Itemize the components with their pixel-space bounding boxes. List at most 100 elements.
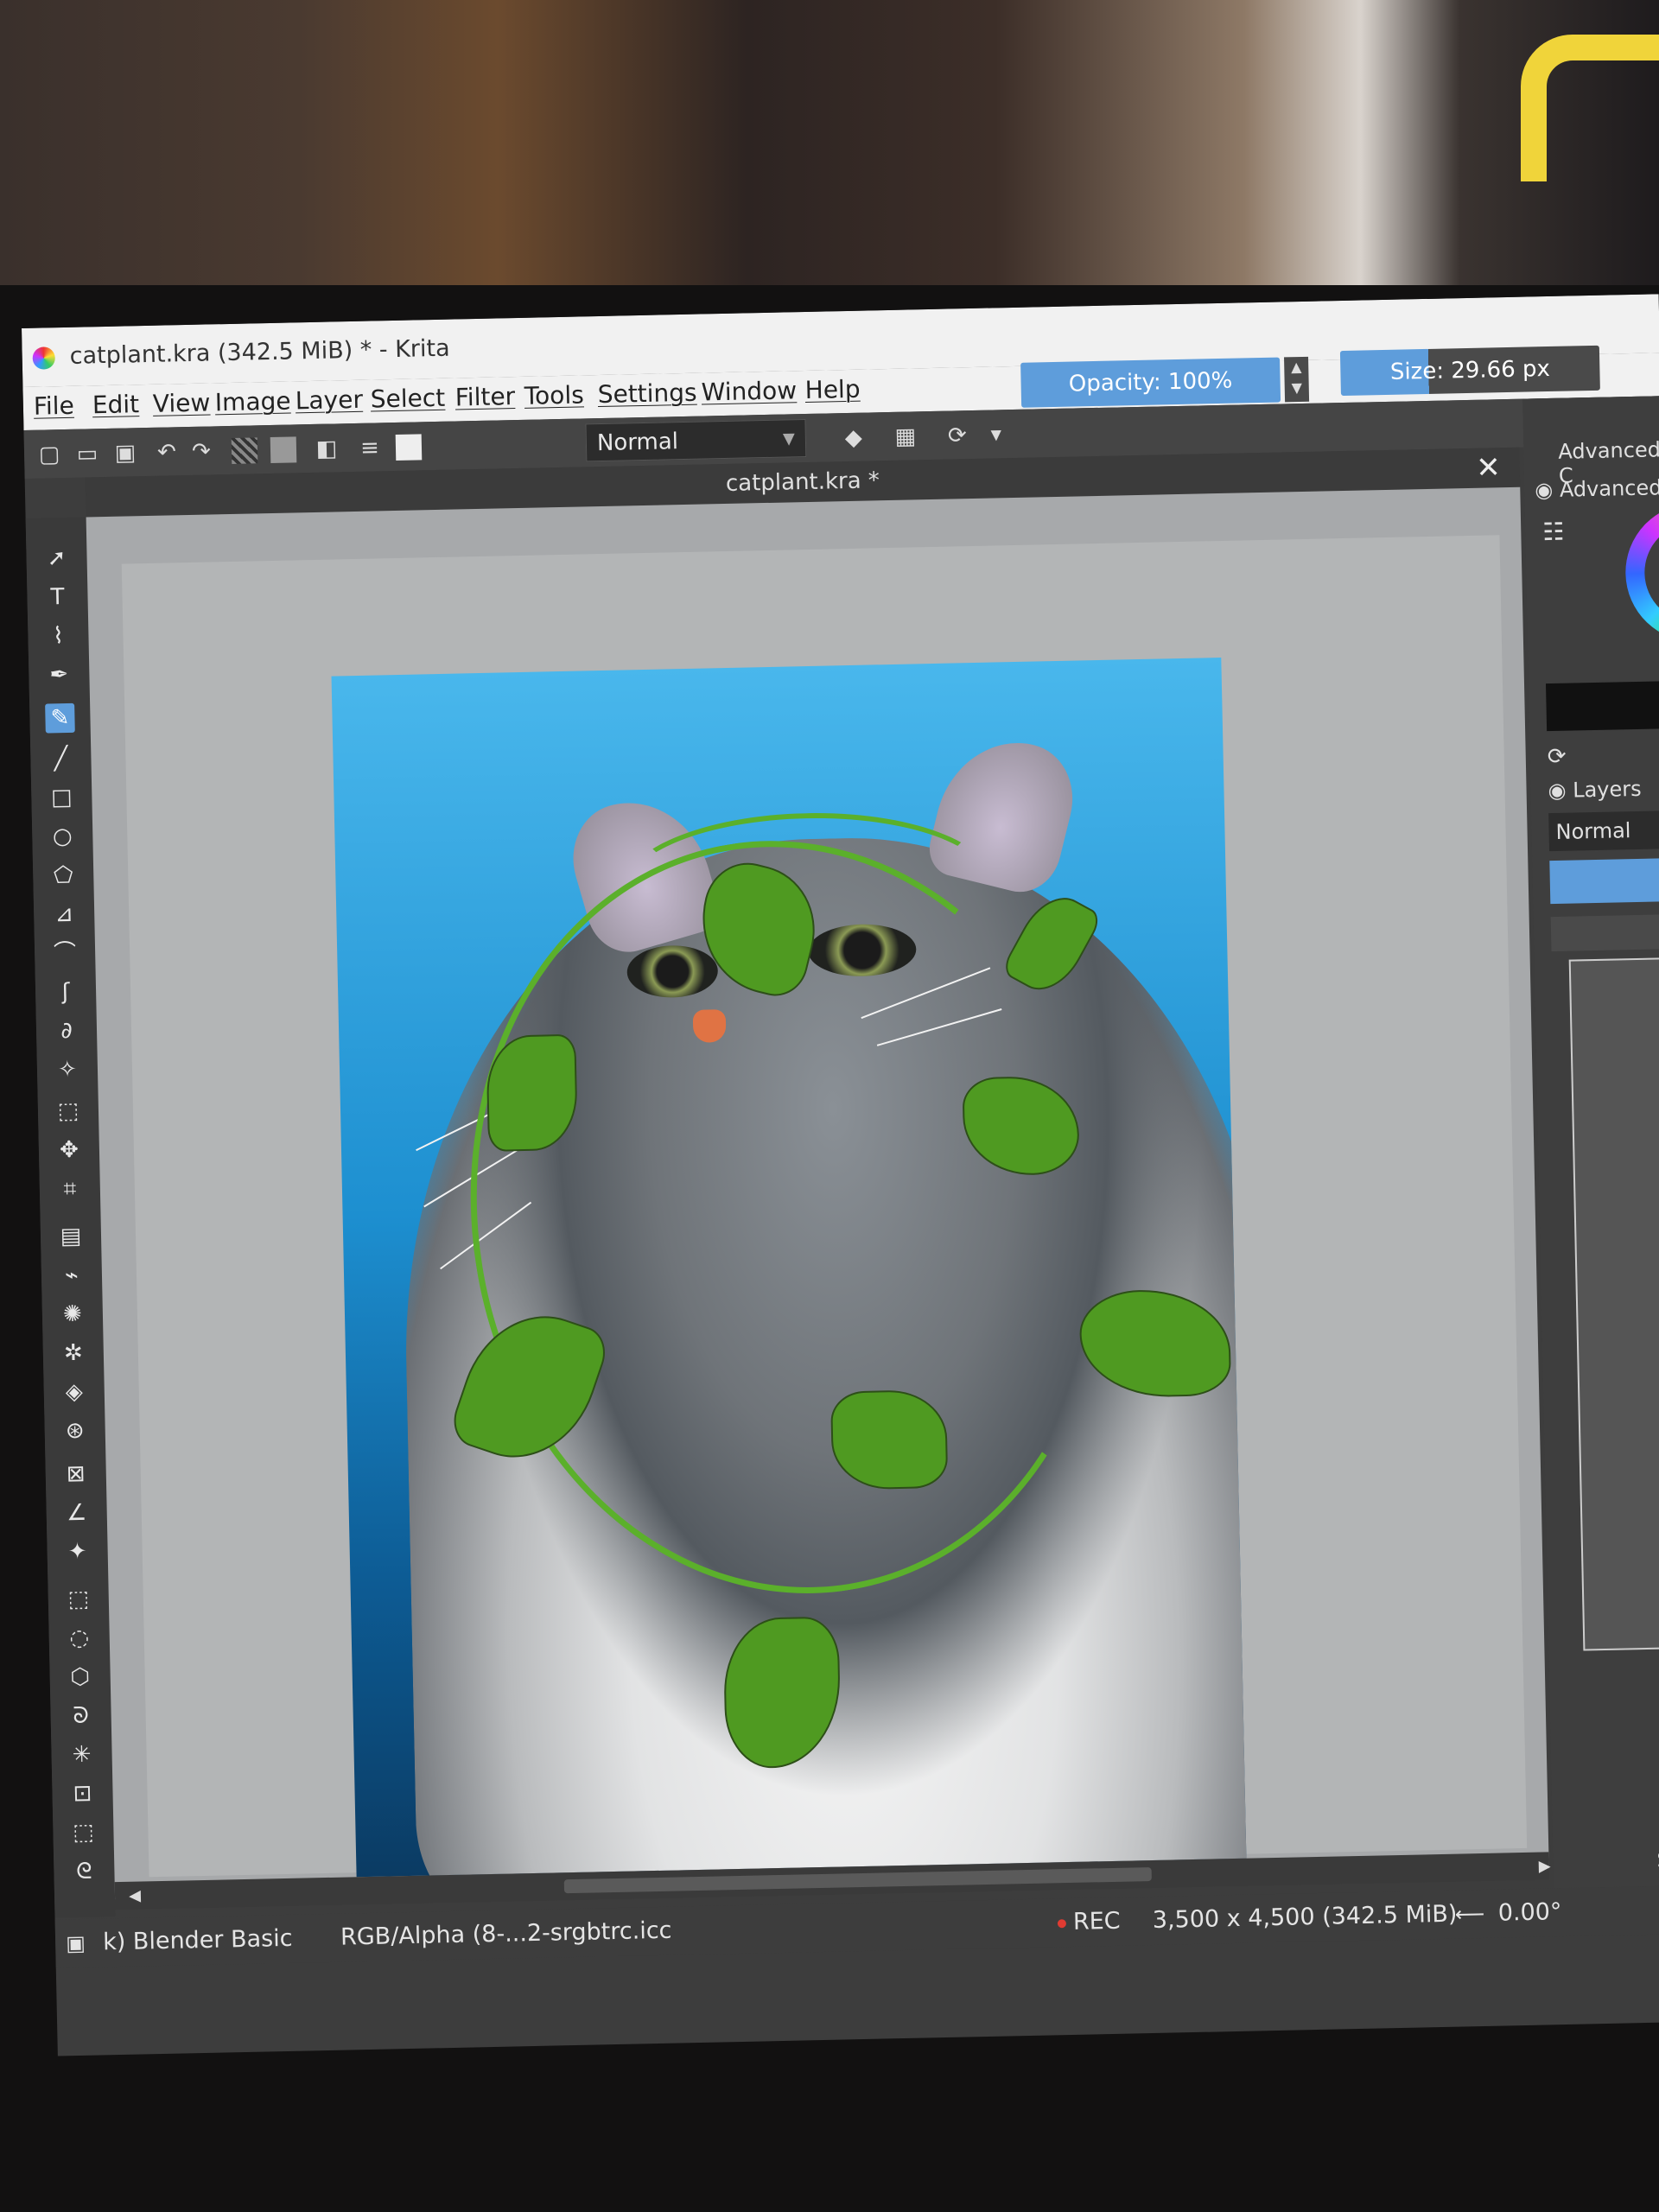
- scrollbar-thumb[interactable]: [563, 1867, 1152, 1894]
- menu-view[interactable]: View: [153, 388, 211, 417]
- brush-preset-icon[interactable]: ▣: [66, 1919, 86, 1967]
- canvas-workspace[interactable]: [121, 535, 1528, 1878]
- enclose-fill-icon[interactable]: ⊛: [60, 1416, 90, 1446]
- color-profile: RGB/Alpha (8-...2-srgbtrc.icc: [340, 1916, 672, 1951]
- menu-edit[interactable]: Edit: [92, 390, 140, 419]
- reload-preset-icon[interactable]: ⟳: [944, 423, 971, 449]
- brush-preset-icon[interactable]: [395, 434, 423, 461]
- menu-file[interactable]: File: [34, 391, 75, 421]
- chevron-left-icon[interactable]: ◀: [122, 1883, 149, 1910]
- menu-image[interactable]: Image: [215, 386, 291, 416]
- chevron-down-icon: ▼: [782, 429, 796, 448]
- dynamic-brush-icon[interactable]: ∂: [52, 1016, 82, 1046]
- lock-icon[interactable]: ◉: [1535, 478, 1554, 502]
- alpha-lock-icon[interactable]: ▦: [893, 423, 919, 450]
- gradient-tool-icon[interactable]: ▤: [56, 1222, 86, 1252]
- menu-layer[interactable]: Layer: [295, 385, 363, 416]
- rec-label: REC: [1072, 1907, 1121, 1936]
- cat-painting[interactable]: [331, 658, 1247, 1878]
- canvas-area[interactable]: [86, 486, 1549, 1900]
- reference-tool-icon[interactable]: ✦: [62, 1537, 92, 1567]
- colorize-mask-icon[interactable]: ✲: [58, 1338, 88, 1369]
- text-tool-icon[interactable]: T: [42, 582, 73, 613]
- color-history-strip[interactable]: [1545, 681, 1659, 732]
- polygon-tool-icon[interactable]: ⬠: [48, 861, 79, 891]
- redo-icon[interactable]: ↷: [188, 438, 215, 465]
- advanced-color-label: Advanced: [1559, 475, 1659, 502]
- contiguous-select-icon[interactable]: ✳: [67, 1740, 97, 1770]
- measure-tool-icon[interactable]: ∠: [61, 1498, 92, 1529]
- freehand-select-icon[interactable]: ᘐ: [66, 1701, 96, 1732]
- color-picker-icon[interactable]: ⌁: [57, 1261, 87, 1291]
- refresh-icon[interactable]: ⟳: [1547, 744, 1566, 770]
- layers-blend-value: Normal: [1555, 818, 1631, 844]
- layers-blend-select[interactable]: Normal: [1548, 810, 1659, 852]
- magnetic-select-icon[interactable]: ᘓ: [69, 1857, 99, 1887]
- record-icon: [1057, 1918, 1067, 1928]
- background-poster: [1521, 35, 1659, 181]
- line-tool-icon[interactable]: ╱: [46, 744, 76, 774]
- opacity-spinner[interactable]: ▲ ▼: [1284, 356, 1310, 403]
- layers-title: ◉ Layers: [1548, 777, 1642, 803]
- smart-patch-icon[interactable]: ✺: [58, 1300, 88, 1330]
- move-tool-icon[interactable]: ✥: [54, 1135, 85, 1166]
- menu-filter[interactable]: Filter: [454, 382, 515, 411]
- select-shapes-icon[interactable]: ➚: [41, 543, 72, 574]
- menu-select[interactable]: Select: [370, 384, 445, 414]
- fill-tool-icon[interactable]: ◈: [59, 1377, 89, 1408]
- assistant-tool-icon[interactable]: ⊠: [60, 1459, 91, 1490]
- edit-shapes-icon[interactable]: ⌇: [43, 621, 73, 652]
- blend-mode-value: Normal: [596, 429, 679, 457]
- pattern-swatch-icon[interactable]: [270, 436, 297, 463]
- bezier-tool-icon[interactable]: ⌒: [50, 938, 80, 969]
- color-selector-ring[interactable]: [1624, 501, 1659, 644]
- blend-mode-select[interactable]: Normal ▼: [585, 419, 807, 462]
- save-icon[interactable]: ▣: [112, 440, 139, 467]
- calligraphy-icon[interactable]: ✒: [44, 660, 74, 690]
- menu-settings[interactable]: Settings: [597, 378, 697, 409]
- rect-select-icon[interactable]: ⬚: [63, 1585, 93, 1615]
- krita-window: catplant.kra (342.5 MiB) * - Krita File …: [22, 294, 1659, 2056]
- polygon-select-icon[interactable]: ⬡: [65, 1662, 95, 1693]
- background-room: [0, 0, 1659, 311]
- layer-row[interactable]: [1550, 914, 1659, 952]
- rotation-value[interactable]: 0.00°: [1497, 1888, 1562, 1938]
- open-folder-icon[interactable]: ▭: [74, 441, 101, 467]
- fg-bg-color-icon[interactable]: ◧: [314, 435, 340, 462]
- freehand-path-icon[interactable]: ʃ: [51, 977, 81, 1007]
- undo-icon[interactable]: ↶: [154, 439, 181, 466]
- polyline-tool-icon[interactable]: ⊿: [49, 899, 79, 930]
- layer-thumbnail-popup: [1568, 957, 1659, 1651]
- brush-preset-name: k) Blender Basic: [102, 1924, 293, 1956]
- rec-indicator[interactable]: REC: [1057, 1897, 1121, 1948]
- gradient-swatch-icon[interactable]: [231, 437, 258, 464]
- layer-row-selected[interactable]: [1549, 858, 1659, 905]
- multibrush-icon[interactable]: ✧: [53, 1055, 83, 1085]
- eraser-icon[interactable]: ◆: [841, 425, 868, 452]
- ellipse-select-icon[interactable]: ◌: [64, 1624, 94, 1654]
- bezier-select-icon[interactable]: ⬚: [68, 1818, 99, 1848]
- transform-tool-icon[interactable]: ⬚: [54, 1096, 84, 1127]
- brush-settings-icon[interactable]: ≡: [357, 435, 384, 461]
- size-label: Size: 29.66 px: [1389, 355, 1551, 385]
- menu-tools[interactable]: Tools: [524, 380, 584, 410]
- similar-select-icon[interactable]: ⊡: [67, 1779, 98, 1809]
- layers-label: Layers: [1572, 776, 1642, 803]
- menu-window[interactable]: Window: [701, 376, 797, 406]
- lock-icon[interactable]: ◉: [1548, 779, 1567, 803]
- freehand-brush-icon[interactable]: ✎: [45, 702, 75, 734]
- image-size: 3,500 x 4,500 (342.5 MiB): [1152, 1900, 1458, 1934]
- close-icon[interactable]: ✕: [1476, 448, 1501, 488]
- brush-size-slider[interactable]: Size: 29.66 px: [1339, 345, 1600, 397]
- chevron-down-icon[interactable]: ▼: [983, 422, 1010, 448]
- rotation-icon[interactable]: ⟵: [1454, 1890, 1485, 1939]
- opacity-slider[interactable]: Opacity: 100%: [1020, 357, 1281, 408]
- menu-help[interactable]: Help: [804, 375, 861, 404]
- opacity-label: Opacity: 100%: [1068, 367, 1233, 397]
- settings-list-icon[interactable]: ☷: [1542, 518, 1565, 547]
- rectangle-tool-icon[interactable]: □: [47, 783, 77, 813]
- ellipse-tool-icon[interactable]: ○: [48, 822, 78, 852]
- window-title: catplant.kra (342.5 MiB) * - Krita: [69, 334, 450, 370]
- new-document-icon[interactable]: ▢: [36, 442, 63, 468]
- crop-tool-icon[interactable]: ⌗: [55, 1174, 86, 1205]
